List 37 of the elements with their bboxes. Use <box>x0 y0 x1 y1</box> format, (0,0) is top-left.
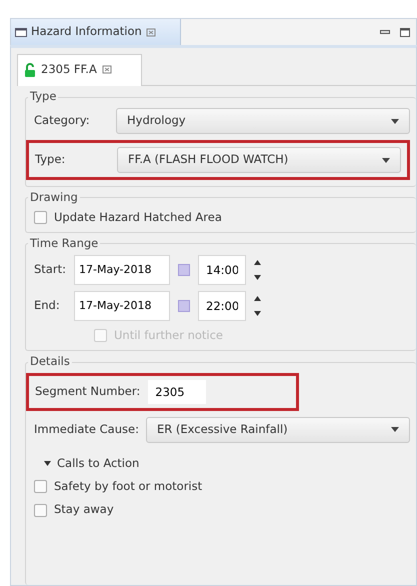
section-toggle[interactable]: Calls to Action <box>34 454 140 472</box>
time-field[interactable]: 22:00 <box>198 290 246 321</box>
text-field[interactable]: 2305 <box>148 380 206 404</box>
close-icon[interactable] <box>146 28 156 36</box>
field-label: Category: <box>34 112 91 130</box>
group-title: Time Range <box>29 237 100 251</box>
view-tab[interactable]: Hazard Information <box>11 19 181 45</box>
field-label: Immediate Cause: <box>34 421 140 438</box>
field-label: End: <box>34 297 61 314</box>
group-title: Details <box>29 355 71 369</box>
spinner-icon[interactable] <box>254 294 261 317</box>
view-icon <box>15 28 27 36</box>
checkbox[interactable]: Update Hazard Hatched Area <box>34 208 222 226</box>
dropdown[interactable]: ER (Excessive Rainfall) <box>146 416 410 443</box>
expanded-triangle-icon <box>44 460 51 468</box>
checkbox[interactable]: Safety by foot or motorist <box>34 478 202 496</box>
view-title: Hazard Information <box>31 23 142 40</box>
spinner-icon[interactable] <box>254 258 261 281</box>
minimize-icon[interactable] <box>380 29 390 35</box>
field-label: Type: <box>35 151 66 168</box>
field-label: Segment Number: <box>35 383 140 400</box>
caret-icon <box>391 118 399 124</box>
date-field[interactable]: 17-May-2018 <box>74 290 170 321</box>
time-field[interactable]: 14:00 <box>198 254 246 285</box>
close-icon[interactable] <box>102 65 112 74</box>
group-title: Drawing <box>29 191 79 205</box>
date-field[interactable]: 17-May-2018 <box>74 254 170 285</box>
editor-tab[interactable]: 2305 FF.A <box>17 54 142 86</box>
maximize-icon[interactable] <box>400 28 410 36</box>
group-title: Type <box>29 90 58 104</box>
field-label: Start: <box>34 261 66 278</box>
dropdown[interactable]: FF.A (FLASH FLOOD WATCH) <box>117 147 401 174</box>
caret-icon <box>382 158 390 163</box>
caret-icon <box>391 427 399 432</box>
checkbox[interactable]: Stay away <box>34 501 114 519</box>
editor-tab-title: 2305 FF.A <box>41 61 97 78</box>
dropdown[interactable]: Hydrology <box>116 108 410 134</box>
